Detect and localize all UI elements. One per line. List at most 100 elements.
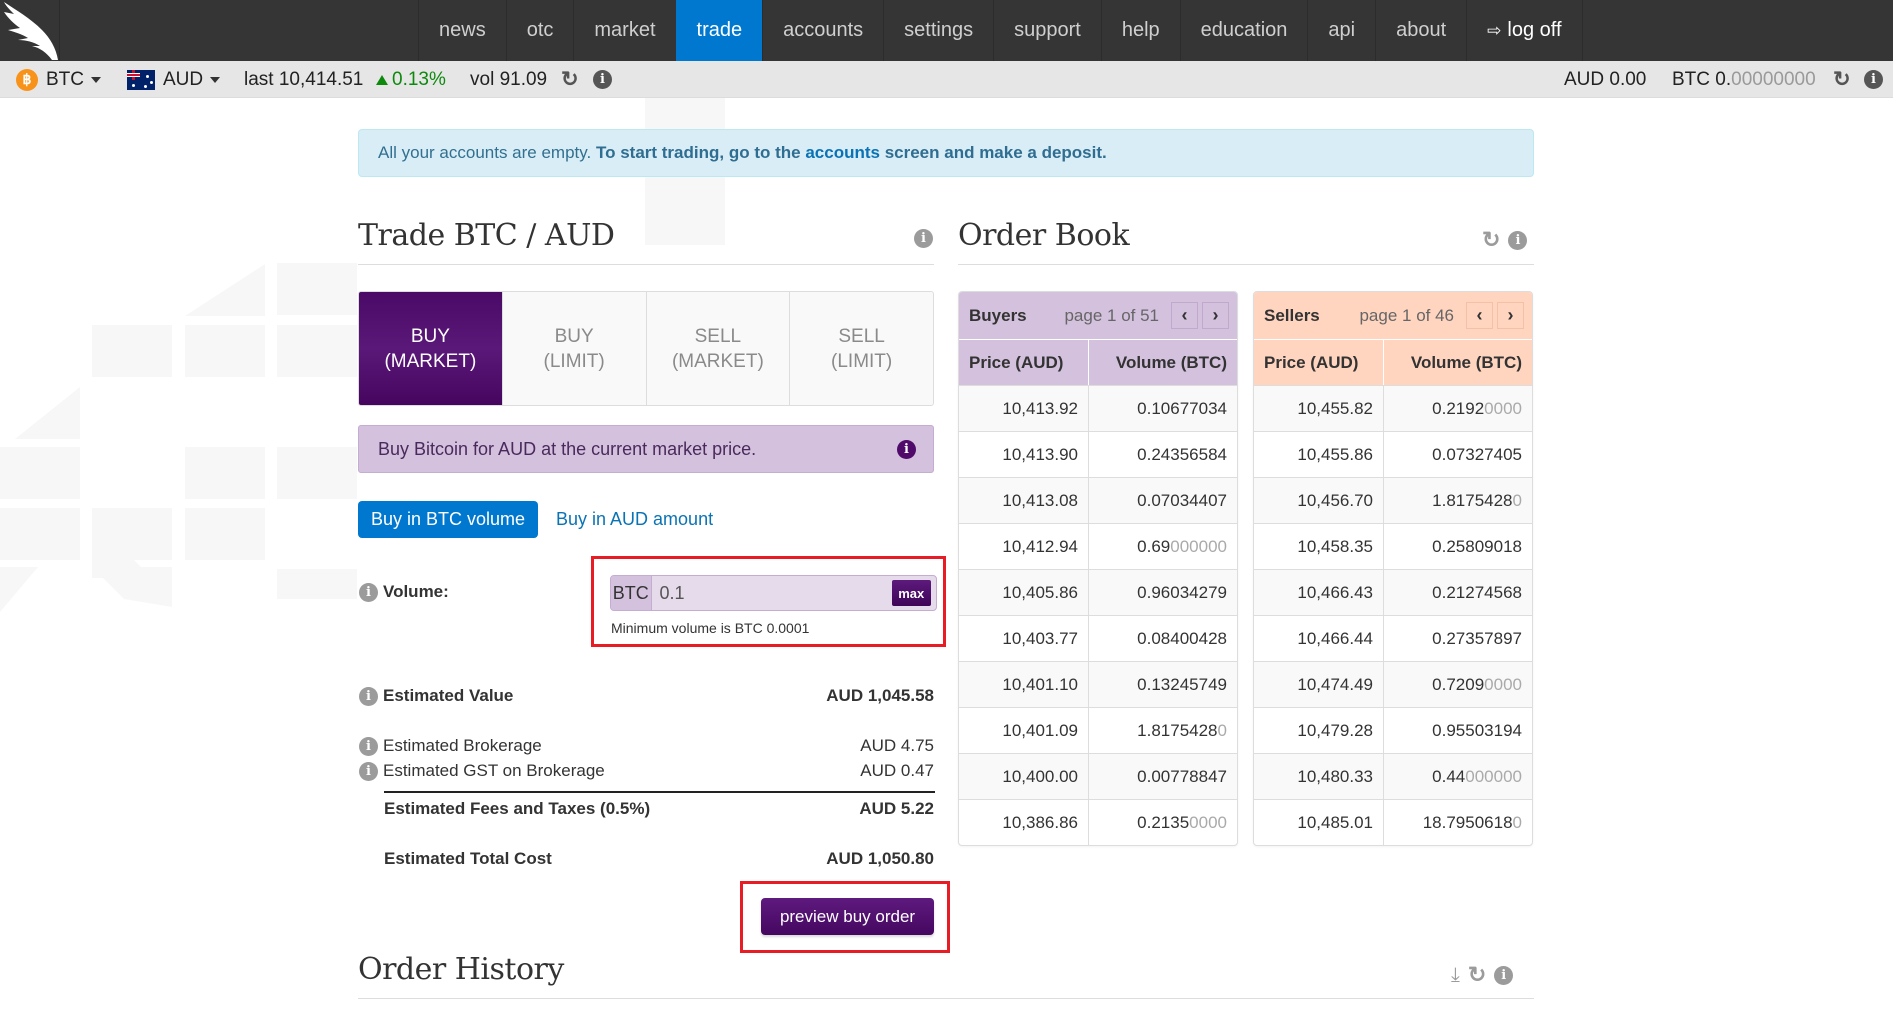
tab-line2: (MARKET) <box>384 350 477 372</box>
buyers-row[interactable]: 10,413.90 0.24356584 <box>959 431 1237 477</box>
sellers-rows: 10,455.82 0.2192 0000 10,455.86 0.07327405 10… <box>1254 385 1532 845</box>
divider <box>358 998 1534 999</box>
australia-flag-icon <box>127 69 155 90</box>
watermark <box>277 447 357 499</box>
volume-digits: 0.44 <box>1432 766 1466 786</box>
price-cell: 10,485.01 <box>1254 800 1384 845</box>
buyers-row[interactable]: 10,413.08 0.07034407 <box>959 477 1237 523</box>
buyers-row[interactable]: 10,401.09 1.8175428 0 <box>959 707 1237 753</box>
next-page-button[interactable]: › <box>1497 302 1524 329</box>
col-volume: Volume (BTC) <box>1115 352 1227 372</box>
volume-cell: 0.07327405 <box>1384 432 1532 477</box>
info-icon[interactable]: i <box>359 761 378 781</box>
sellers-row[interactable]: 10,466.44 0.27357897 <box>1254 615 1532 661</box>
download-icon[interactable]: ⤓ <box>1451 964 1460 987</box>
prev-page-button[interactable]: ‹ <box>1466 302 1493 329</box>
tab-line1: SELL <box>694 325 742 347</box>
gst-label: Estimated GST on Brokerage <box>383 761 605 780</box>
sellers-row[interactable]: 10,479.28 0.95503194 <box>1254 707 1532 753</box>
price-cell: 10,401.09 <box>959 708 1089 753</box>
sellers-row[interactable]: 10,466.43 0.21274568 <box>1254 569 1532 615</box>
tab-buy-market[interactable]: BUY (MARKET) <box>359 292 502 405</box>
order-type-description: Buy Bitcoin for AUD at the current marke… <box>358 425 934 473</box>
sellers-row[interactable]: 10,455.82 0.2192 0000 <box>1254 385 1532 431</box>
volume-cell: 0.2135 0000 <box>1089 800 1237 845</box>
nav-accounts[interactable]: accounts <box>762 0 883 61</box>
info-icon[interactable]: i <box>897 439 916 459</box>
nav-education[interactable]: education <box>1179 0 1308 61</box>
watermark <box>92 567 172 607</box>
nav-settings[interactable]: settings <box>883 0 993 61</box>
next-page-button[interactable]: › <box>1202 302 1229 329</box>
currency-selector[interactable]: AUD <box>127 61 221 98</box>
summary-divider <box>384 791 935 793</box>
col-price: Price (AUD) <box>1254 340 1384 385</box>
buyers-row[interactable]: 10,386.86 0.2135 0000 <box>959 799 1237 845</box>
sellers-row[interactable]: 10,455.86 0.07327405 <box>1254 431 1532 477</box>
refresh-icon[interactable]: ↻ <box>561 61 579 98</box>
nav-news[interactable]: news <box>418 0 506 61</box>
highlight-box <box>740 881 950 953</box>
nav-about[interactable]: about <box>1375 0 1466 61</box>
balance-refresh-icon[interactable]: ↻ <box>1833 61 1851 98</box>
volume-cell: 0.08400428 <box>1089 616 1237 661</box>
nav-otc[interactable]: otc <box>505 0 574 61</box>
tab-line2: (LIMIT) <box>543 350 605 372</box>
wing-logo-icon <box>4 2 58 60</box>
buyers-row[interactable]: 10,412.94 0.69 000000 <box>959 523 1237 569</box>
volume-digits: 1.8175428 <box>1137 720 1218 740</box>
buyers-row[interactable]: 10,405.86 0.96034279 <box>959 569 1237 615</box>
price-cell: 10,479.28 <box>1254 708 1384 753</box>
refresh-icon[interactable]: ↻ <box>1468 962 1486 988</box>
nav-help[interactable]: help <box>1100 0 1180 61</box>
accounts-link[interactable]: accounts <box>805 143 880 162</box>
price-cell: 10,413.90 <box>959 432 1089 477</box>
currency-label: AUD <box>163 68 204 90</box>
nav-market[interactable]: market <box>573 0 675 61</box>
sellers-title: Sellers <box>1264 305 1320 325</box>
volume-digits: 0.27357897 <box>1432 628 1522 648</box>
price-cell: 10,412.94 <box>959 524 1089 569</box>
prev-page-button[interactable]: ‹ <box>1171 302 1198 329</box>
buyers-row[interactable]: 10,401.10 0.13245749 <box>959 661 1237 707</box>
sellers-row[interactable]: 10,474.49 0.7209 0000 <box>1254 661 1532 707</box>
buy-in-aud-amount-link[interactable]: Buy in AUD amount <box>556 501 713 538</box>
sellers-row[interactable]: 10,485.01 18.7950618 0 <box>1254 799 1532 845</box>
price-change: 0.13% <box>376 61 446 98</box>
ticker-bar: ฿ BTC AUD last 10,414.51 0.13% vol 91.09… <box>0 61 1893 98</box>
sellers-row[interactable]: 10,480.33 0.44 000000 <box>1254 753 1532 799</box>
volume-digits: 0.08400428 <box>1137 628 1227 648</box>
buy-in-btc-volume-button[interactable]: Buy in BTC volume <box>358 501 538 538</box>
volume-digits: 0.7209 <box>1432 674 1485 694</box>
info-icon[interactable]: i <box>359 686 378 706</box>
sellers-row[interactable]: 10,456.70 1.8175428 0 <box>1254 477 1532 523</box>
nav-support[interactable]: support <box>993 0 1101 61</box>
tab-buy-limit[interactable]: BUY (LIMIT) <box>501 292 646 405</box>
nav-trade[interactable]: trade <box>675 0 763 61</box>
volume-digits: 0.96034279 <box>1137 582 1227 602</box>
price-cell: 10,413.08 <box>959 478 1089 523</box>
info-icon[interactable]: i <box>914 229 933 248</box>
tab-sell-limit[interactable]: SELL (LIMIT) <box>789 292 933 405</box>
refresh-icon[interactable]: ↻ <box>1482 227 1500 253</box>
watermark <box>185 447 265 499</box>
info-icon[interactable]: i <box>1494 965 1514 985</box>
info-icon[interactable]: i <box>359 582 378 602</box>
buyers-row[interactable]: 10,400.00 0.00778847 <box>959 753 1237 799</box>
empty-accounts-alert: All your accounts are empty. To start tr… <box>358 129 1534 177</box>
ticker-info[interactable]: i <box>593 61 612 98</box>
watermark <box>0 567 38 612</box>
price-cell: 10,401.10 <box>959 662 1089 707</box>
buyers-row[interactable]: 10,413.92 0.10677034 <box>959 385 1237 431</box>
balance-info[interactable]: i <box>1864 61 1883 98</box>
top-navbar: news otc market trade accounts settings … <box>0 0 1893 61</box>
nav-api[interactable]: api <box>1307 0 1375 61</box>
tab-sell-market[interactable]: SELL (MARKET) <box>645 292 790 405</box>
info-icon[interactable]: i <box>359 736 378 756</box>
sellers-row[interactable]: 10,458.35 0.25809018 <box>1254 523 1532 569</box>
buyers-row[interactable]: 10,403.77 0.08400428 <box>959 615 1237 661</box>
info-icon[interactable]: i <box>1508 230 1528 250</box>
coin-selector[interactable]: ฿ BTC <box>16 61 101 98</box>
logo[interactable] <box>0 0 60 61</box>
nav-log-off[interactable]: ⇨ log off <box>1466 0 1583 61</box>
